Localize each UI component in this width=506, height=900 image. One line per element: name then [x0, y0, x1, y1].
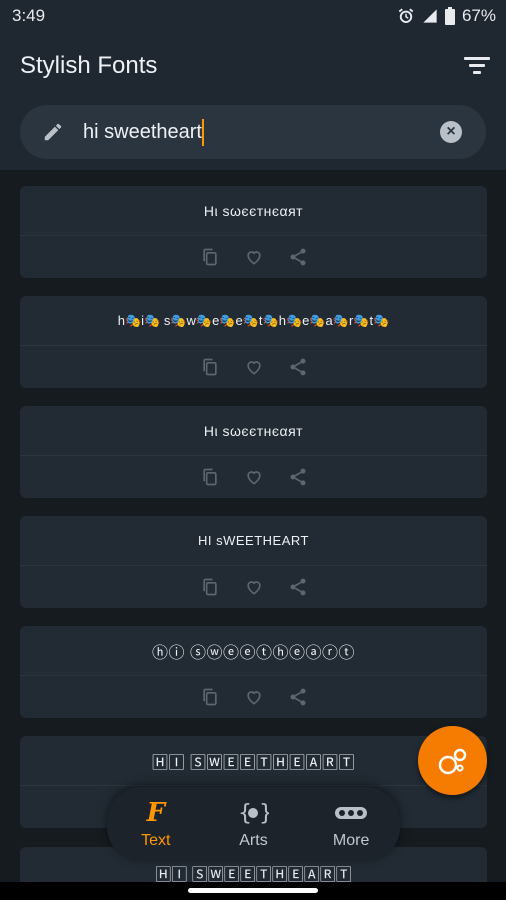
share-icon[interactable]: [287, 576, 309, 598]
nav-item-more[interactable]: More: [311, 798, 391, 850]
font-card: h🎭i🎭 s🎭w🎭e🎭e🎭t🎭h🎭e🎭a🎭r🎭t🎭: [20, 296, 487, 388]
nav-label-text: Text: [141, 832, 171, 849]
heart-icon[interactable]: [243, 356, 265, 378]
share-icon[interactable]: [287, 356, 309, 378]
heart-icon[interactable]: [243, 466, 265, 488]
font-card: Hι ѕωєєтнєαят: [20, 406, 487, 498]
pencil-icon: [44, 123, 62, 141]
clear-icon[interactable]: ×: [440, 121, 462, 143]
alarm-icon: [398, 8, 414, 23]
signal-icon: [423, 9, 437, 23]
status-time: 3:49: [12, 6, 46, 25]
font-card: ⓗⓘ ⓢⓦⓔⓔⓣⓗⓔⓐⓡⓣ: [20, 626, 487, 718]
copy-icon[interactable]: [199, 466, 221, 488]
share-icon[interactable]: [287, 466, 309, 488]
braces-icon: {}: [237, 798, 269, 828]
filter-icon[interactable]: [464, 54, 490, 76]
nav-item-text[interactable]: F Text: [116, 798, 196, 850]
status-icons: 67%: [397, 6, 496, 26]
font-preview-text[interactable]: 🄷🄸 🅂🅆🄴🄴🅃🄷🄴🄰🅁🅃: [20, 736, 487, 785]
font-preview-text[interactable]: Hι ѕωєєтнєαят: [20, 406, 487, 455]
font-card: Hι ѕωєєтнєαят: [20, 186, 487, 278]
font-preview-text[interactable]: Hι ѕωєєтнєαят: [20, 186, 487, 235]
font-preview-text[interactable]: ⓗⓘ ⓢⓦⓔⓔⓣⓗⓔⓐⓡⓣ: [20, 626, 487, 675]
status-bar: 3:49 67%: [0, 0, 506, 32]
copy-icon[interactable]: [199, 576, 221, 598]
battery-icon: [444, 7, 455, 25]
dots-icon: [334, 798, 368, 828]
text-cursor: [202, 119, 204, 146]
bottom-navigation: F Text {} Arts More: [107, 787, 400, 861]
heart-icon[interactable]: [243, 686, 265, 708]
font-preview-text[interactable]: 🄷🄸 🅂🅆🄴🄴🅃🄷🄴🄰🅁🅃: [20, 861, 487, 882]
battery-percent: 67%: [461, 6, 496, 25]
bubbles-icon: [438, 748, 466, 774]
svg-text:}: }: [259, 801, 269, 826]
card-actions: [20, 676, 487, 718]
nav-label-more: More: [332, 832, 370, 849]
heart-icon[interactable]: [243, 246, 265, 268]
search-bar[interactable]: ×: [20, 105, 486, 159]
font-icon: F: [146, 798, 166, 828]
card-actions: [20, 236, 487, 278]
app-title: Stylish Fonts: [20, 52, 158, 79]
home-handle[interactable]: [188, 888, 318, 893]
share-icon[interactable]: [287, 686, 309, 708]
copy-icon[interactable]: [199, 356, 221, 378]
nav-item-arts[interactable]: {} Arts: [213, 798, 293, 850]
card-actions: [20, 346, 487, 388]
share-icon[interactable]: [287, 246, 309, 268]
search-input[interactable]: [83, 118, 413, 146]
copy-icon[interactable]: [199, 246, 221, 268]
nav-label-arts: Arts: [239, 832, 268, 849]
copy-icon[interactable]: [199, 686, 221, 708]
system-nav-bar: [0, 882, 506, 900]
bubbles-fab-button[interactable]: [418, 726, 487, 795]
font-preview-text[interactable]: h🎭i🎭 s🎭w🎭e🎭e🎭t🎭h🎭e🎭a🎭r🎭t🎭: [20, 296, 487, 345]
font-preview-text[interactable]: HI sWEETHEART: [20, 516, 487, 565]
card-actions: [20, 566, 487, 608]
card-actions: [20, 456, 487, 498]
heart-icon[interactable]: [243, 576, 265, 598]
font-card: HI sWEETHEART: [20, 516, 487, 608]
app-bar: Stylish Fonts ×: [0, 32, 506, 170]
